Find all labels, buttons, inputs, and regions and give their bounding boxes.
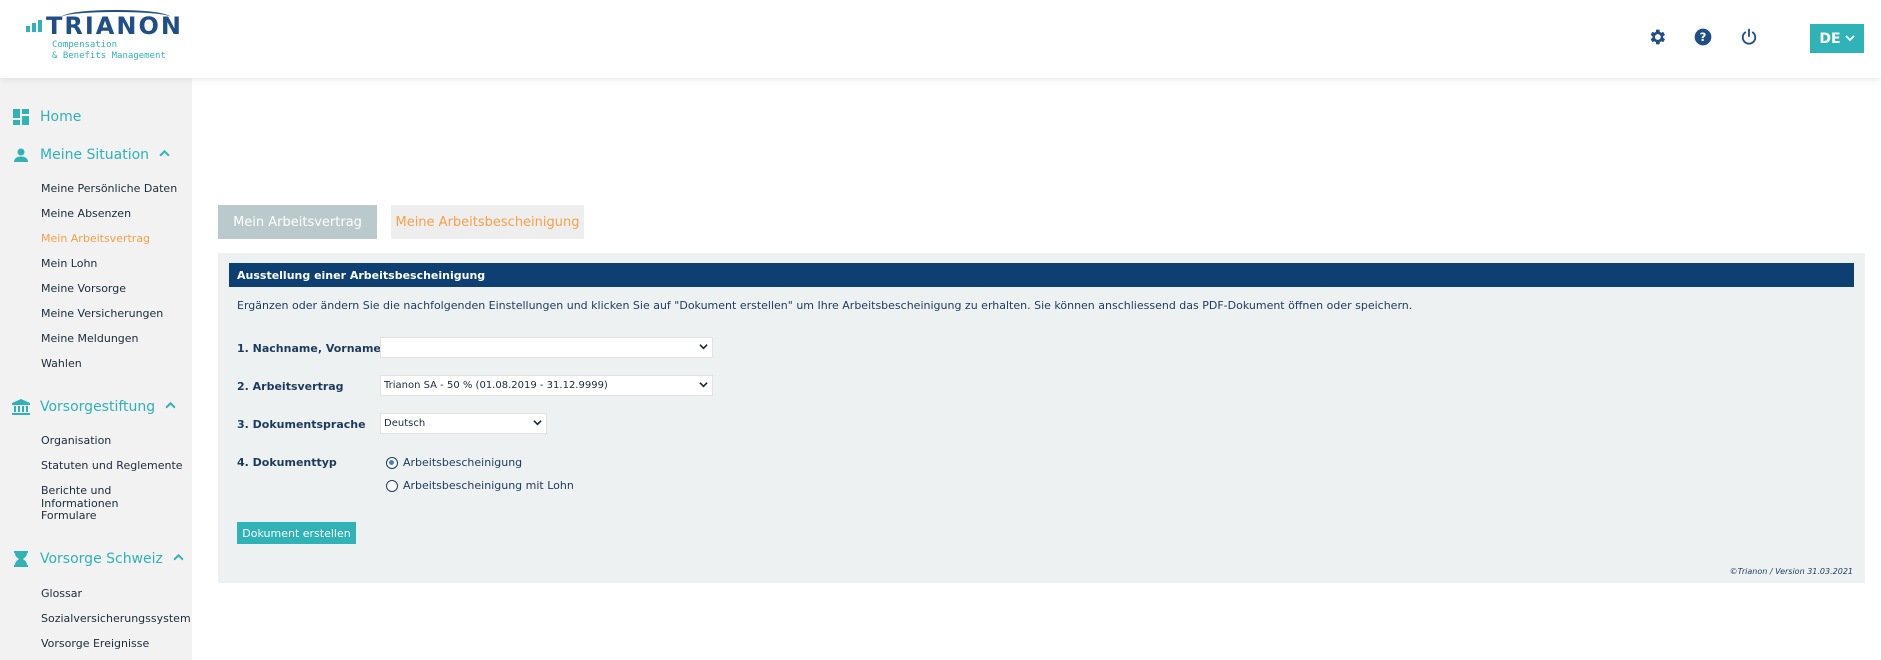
person-icon bbox=[12, 146, 30, 164]
version-footer: ©Trianon / Version 31.03.2021 bbox=[1729, 567, 1853, 576]
sidebar-item-organisation[interactable]: Organisation bbox=[41, 434, 111, 447]
chevron-up-icon bbox=[159, 147, 170, 163]
hourglass-icon bbox=[12, 550, 30, 568]
sidebar: Home Meine Situation Meine Persönliche D… bbox=[0, 78, 192, 660]
field-contract-label: 2. Arbeitsvertrag bbox=[237, 380, 344, 393]
logo-word: TRIANON bbox=[46, 12, 183, 40]
radio-label: Arbeitsbescheinigung mit Lohn bbox=[403, 479, 574, 492]
sidebar-item-lohn[interactable]: Mein Lohn bbox=[41, 257, 97, 270]
sidebar-item-glossar[interactable]: Glossar bbox=[41, 587, 82, 600]
sidebar-item-vorsorge[interactable]: Meine Vorsorge bbox=[41, 282, 126, 295]
sidebar-section-label: Vorsorgestiftung bbox=[40, 399, 156, 415]
radio-selected-icon[interactable] bbox=[386, 456, 398, 469]
power-icon[interactable] bbox=[1739, 27, 1759, 47]
app-header: TRIANON Compensation & Benefits Manageme… bbox=[0, 0, 1881, 78]
document-language-value: Deutsch bbox=[384, 418, 426, 429]
form-title: Ausstellung einer Arbeitsbescheinigung bbox=[229, 263, 1854, 287]
chevron-down-icon bbox=[533, 418, 542, 430]
sidebar-item-formulare[interactable]: Formulare bbox=[41, 509, 97, 522]
sidebar-item-absenzen[interactable]: Meine Absenzen bbox=[41, 207, 131, 220]
sidebar-item-meldungen[interactable]: Meine Meldungen bbox=[41, 332, 139, 345]
document-language-select[interactable]: Deutsch bbox=[380, 413, 547, 434]
sidebar-item-persoenliche-daten[interactable]: Meine Persönliche Daten bbox=[41, 182, 177, 195]
chevron-down-icon bbox=[699, 380, 708, 392]
bank-icon bbox=[12, 398, 30, 416]
sidebar-section-label: Meine Situation bbox=[40, 147, 150, 163]
contract-select[interactable]: Trianon SA - 50 % (01.08.2019 - 31.12.99… bbox=[380, 375, 713, 396]
create-document-button[interactable]: Dokument erstellen bbox=[237, 522, 356, 544]
svg-text:?: ? bbox=[1700, 30, 1707, 44]
sidebar-item-arbeitsvertrag[interactable]: Mein Arbeitsvertrag bbox=[41, 232, 150, 245]
field-name-label: 1. Nachname, Vorname bbox=[237, 342, 381, 355]
sidebar-section-vorsorgestiftung[interactable]: Vorsorgestiftung bbox=[12, 398, 176, 416]
chevron-up-icon bbox=[173, 551, 184, 567]
radio-option-mit-lohn[interactable]: Arbeitsbescheinigung mit Lohn bbox=[386, 479, 574, 492]
tab-mein-arbeitsvertrag[interactable]: Mein Arbeitsvertrag bbox=[218, 205, 377, 239]
sidebar-item-vorsorge-ereignisse[interactable]: Vorsorge Ereignisse bbox=[41, 637, 149, 650]
radio-label: Arbeitsbescheinigung bbox=[403, 456, 523, 469]
radio-unselected-icon[interactable] bbox=[386, 479, 398, 492]
sidebar-section-label: Vorsorge Schweiz bbox=[40, 551, 163, 567]
sidebar-item-wahlen[interactable]: Wahlen bbox=[41, 357, 82, 370]
chevron-down-icon bbox=[699, 342, 708, 354]
form-card: Ausstellung einer Arbeitsbescheinigung E… bbox=[218, 253, 1865, 583]
contract-select-value: Trianon SA - 50 % (01.08.2019 - 31.12.99… bbox=[384, 380, 608, 391]
field-language-label: 3. Dokumentsprache bbox=[237, 418, 366, 431]
radio-option-arbeitsbescheinigung[interactable]: Arbeitsbescheinigung bbox=[386, 456, 522, 469]
form-intro-text: Ergänzen oder ändern Sie die nachfolgend… bbox=[237, 299, 1413, 312]
name-select[interactable] bbox=[380, 337, 713, 358]
chevron-up-icon bbox=[165, 399, 176, 415]
sidebar-section-meine-situation[interactable]: Meine Situation bbox=[12, 146, 170, 164]
sidebar-item-versicherungen[interactable]: Meine Versicherungen bbox=[41, 307, 163, 320]
trianon-logo[interactable]: TRIANON Compensation & Benefits Manageme… bbox=[26, 10, 181, 62]
sidebar-item-berichte[interactable]: Berichte und Informationen bbox=[41, 484, 192, 510]
field-doctype-label: 4. Dokumenttyp bbox=[237, 456, 337, 469]
sidebar-item-statuten[interactable]: Statuten und Reglemente bbox=[41, 459, 183, 472]
chevron-down-icon bbox=[1844, 31, 1855, 47]
tab-meine-arbeitsbescheinigung[interactable]: Meine Arbeitsbescheinigung bbox=[391, 205, 584, 239]
sidebar-home-label: Home bbox=[40, 109, 82, 125]
dashboard-icon bbox=[12, 108, 30, 126]
sidebar-item-home[interactable]: Home bbox=[12, 108, 81, 126]
logo-subtitle-line-1: Compensation bbox=[52, 40, 118, 50]
language-selector[interactable]: DE bbox=[1810, 24, 1864, 53]
logo-subtitle-line-2: & Benefits Management bbox=[52, 51, 166, 61]
sidebar-item-sozialversicherungssystem[interactable]: Sozialversicherungssystem bbox=[41, 612, 191, 625]
logo-subtitle: Compensation & Benefits Management bbox=[52, 40, 166, 62]
language-label: DE bbox=[1819, 30, 1841, 47]
sidebar-section-vorsorge-schweiz[interactable]: Vorsorge Schweiz bbox=[12, 550, 184, 568]
logo-bars-icon bbox=[26, 20, 42, 32]
gear-icon[interactable] bbox=[1647, 27, 1667, 47]
help-icon[interactable]: ? bbox=[1693, 27, 1713, 47]
